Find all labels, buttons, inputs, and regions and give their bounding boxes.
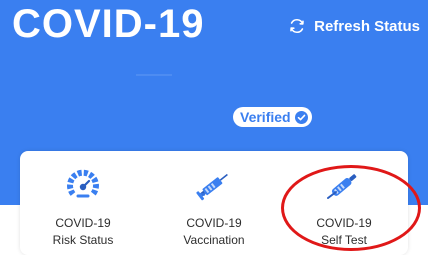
services-card: COVID-19 Risk Status COVID-19 Vaccinatio… [20,151,408,255]
tile-self-test[interactable]: COVID-19 Self Test [289,167,399,249]
tile-risk-status-line2: Risk Status [52,233,114,247]
verified-badge: Verified [233,107,312,127]
tile-self-test-line2: Self Test [321,233,367,247]
tile-vaccination-line1: COVID-19 [186,216,242,230]
verified-label: Verified [240,109,291,125]
test-swab-icon [289,167,399,203]
refresh-status-label: Refresh Status [314,17,420,35]
gauge-icon [28,167,138,203]
tile-risk-status[interactable]: COVID-19 Risk Status [28,167,138,249]
refresh-icon [290,18,304,34]
tile-risk-status-line1: COVID-19 [55,216,111,230]
syringe-icon [159,167,269,203]
check-circle-icon [294,110,308,124]
refresh-status-button[interactable]: Refresh Status [288,14,420,38]
tile-vaccination[interactable]: COVID-19 Vaccination [159,167,269,249]
tile-vaccination-line2: Vaccination [183,233,245,247]
tile-self-test-line1: COVID-19 [316,216,372,230]
divider [136,74,172,76]
page-title: COVID-19 [12,2,205,46]
